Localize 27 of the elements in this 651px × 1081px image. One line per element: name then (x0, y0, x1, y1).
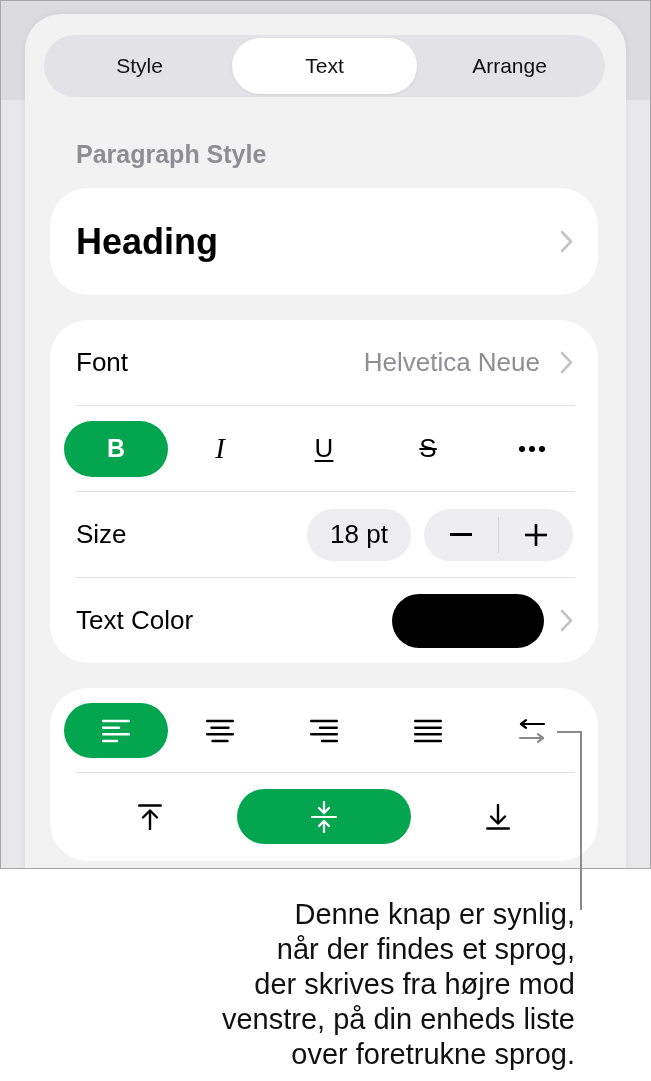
italic-button[interactable]: I (168, 420, 272, 477)
underline-button[interactable]: U (272, 420, 376, 477)
color-swatch[interactable] (392, 593, 544, 648)
swap-arrows-icon (518, 718, 546, 743)
minus-icon (450, 533, 472, 536)
size-label: Size (76, 519, 127, 550)
chevron-icon (560, 351, 573, 374)
callout-text: Denne knap er synlig, når der findes et sprog, der skrives fra højre mod venstre, på din enheds liste over foretrukne sprog. (221, 897, 575, 1072)
tab[interactable]: Text (232, 38, 417, 94)
justify-icon (414, 718, 442, 743)
text-color-label: Text Color (76, 605, 194, 636)
tab[interactable]: Style (47, 38, 232, 94)
section-title: Paragraph Style (76, 139, 267, 169)
font-size-field[interactable]: 18 pt (307, 508, 411, 561)
paragraph-style-value: Heading (76, 220, 218, 263)
align-right-icon (310, 718, 338, 743)
align-left-icon (102, 718, 130, 743)
tab[interactable]: Arrange (417, 38, 602, 94)
align-middle-button[interactable] (237, 789, 411, 844)
strikethrough-button[interactable]: S (376, 420, 480, 477)
align-center-icon (206, 718, 234, 743)
ellipsis-icon (519, 445, 545, 452)
chevron-icon (560, 230, 573, 253)
chevron-icon (560, 609, 573, 632)
font-label: Font (76, 347, 129, 378)
paragraph-style-row[interactable]: Heading (50, 188, 598, 295)
plus-icon (525, 523, 547, 546)
